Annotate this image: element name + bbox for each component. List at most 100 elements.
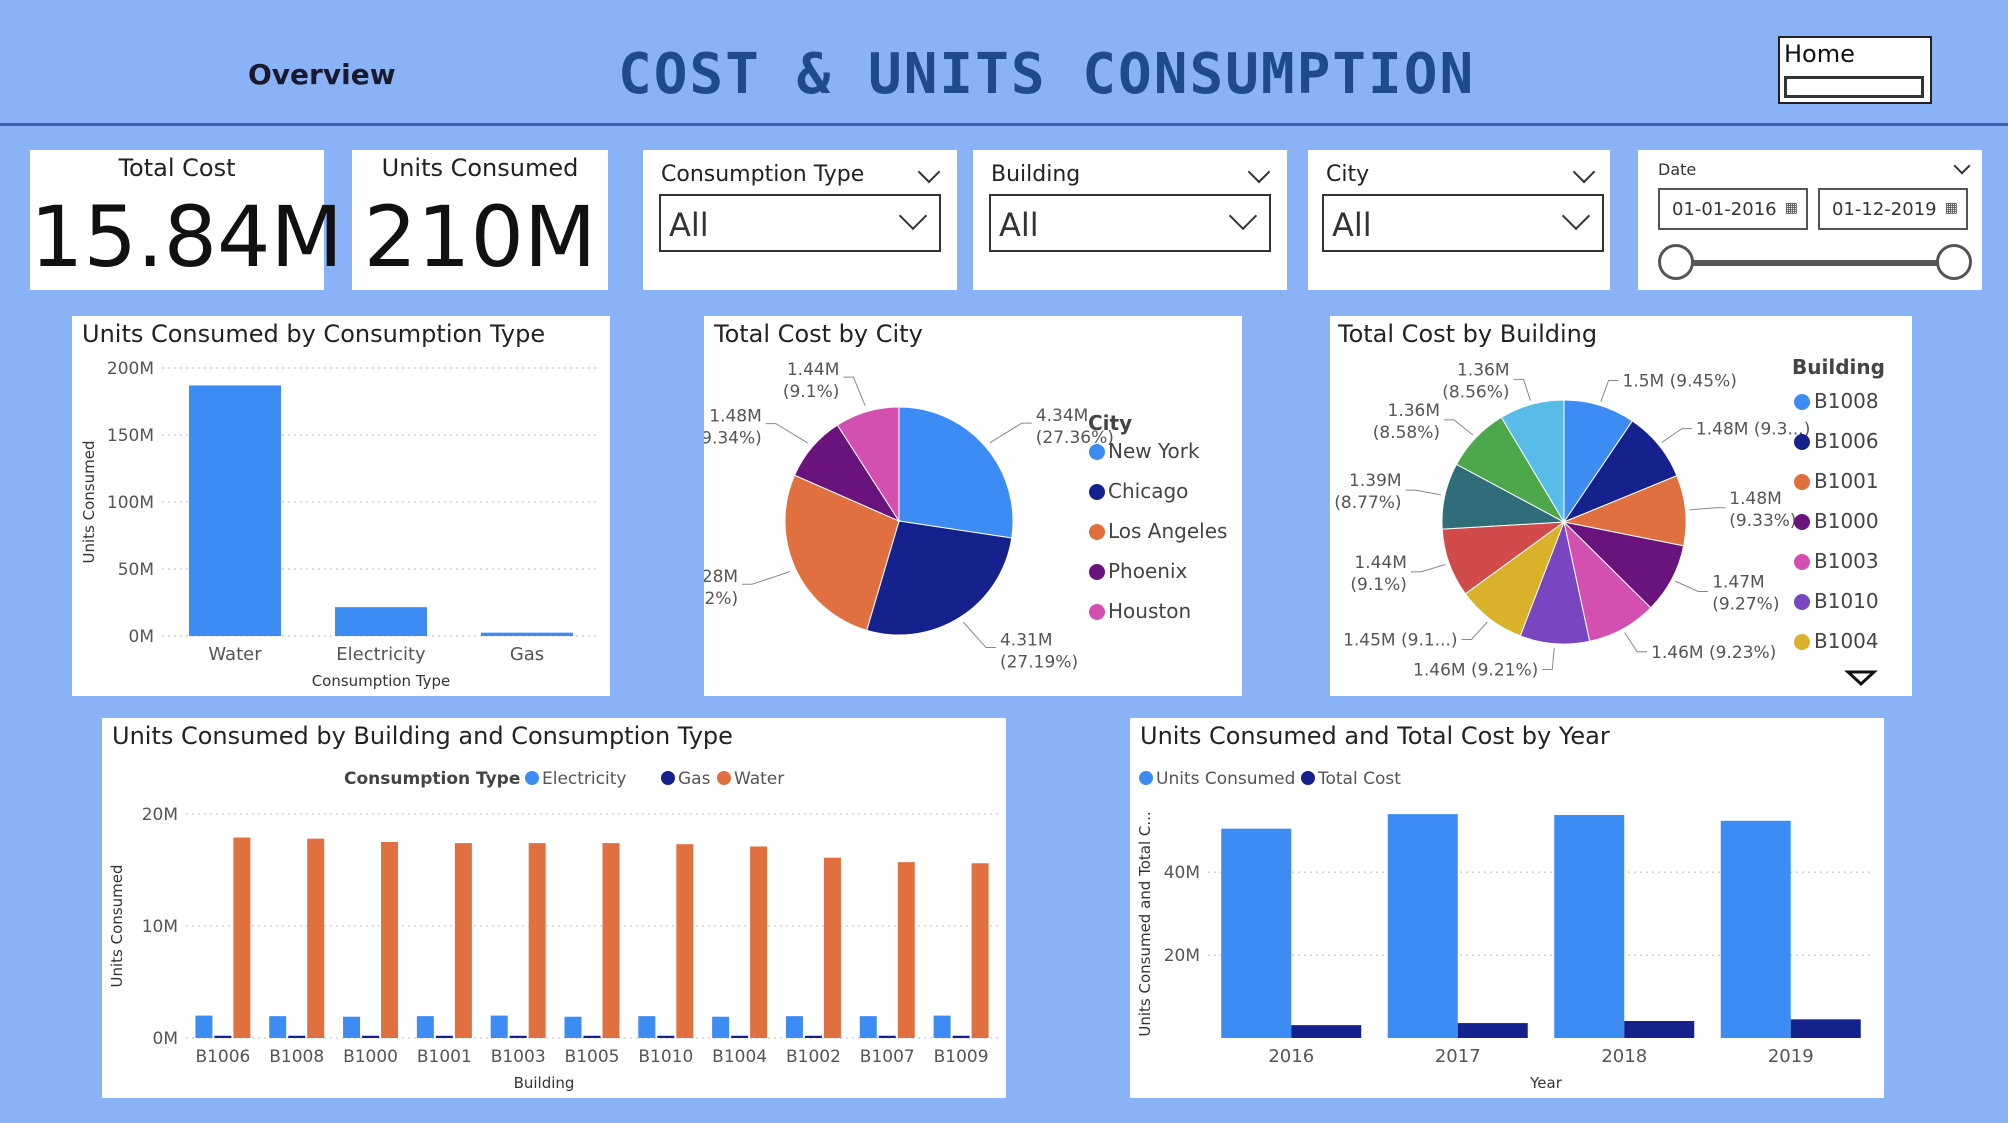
chevron-down-icon[interactable] [917, 160, 941, 184]
leader-line [1661, 428, 1692, 443]
x-tick-label: B1005 [565, 1047, 620, 1067]
x-tick-label: Electricity [336, 644, 426, 665]
bar [602, 843, 620, 1038]
leader-line [1542, 647, 1555, 671]
building-slicer: Building All [973, 150, 1287, 290]
legend-label: B1004 [1814, 629, 1879, 653]
chevron-down-icon[interactable] [1247, 160, 1271, 184]
x-tick-label: B1010 [638, 1047, 693, 1067]
calendar-icon[interactable]: ▦ [1785, 200, 1798, 216]
dropdown-value: All [1332, 206, 1372, 244]
legend-marker [1794, 554, 1810, 570]
dropdown-value: All [669, 206, 709, 244]
units-by-type-chart: 0M 50M 100M 150M 200M Water Electricity Gas Cons… [80, 359, 600, 690]
legend-label: Houston [1108, 599, 1191, 623]
chevron-down-icon [1228, 201, 1258, 231]
date-range-track [1678, 260, 1950, 266]
legend-marker [717, 771, 731, 785]
total-cost-value: 15.84M [30, 188, 343, 286]
bar [416, 1016, 434, 1038]
legend-marker [661, 771, 675, 785]
building-dropdown[interactable]: All [989, 194, 1271, 252]
data-label: 4.28M [704, 567, 738, 587]
leader-line [1461, 621, 1488, 640]
pie-slice [898, 406, 1014, 539]
legend-label: B1008 [1814, 389, 1879, 413]
legend-label: B1000 [1814, 509, 1879, 533]
header-divider [0, 123, 2008, 126]
bar [335, 607, 427, 636]
bar [288, 1035, 306, 1038]
cost-by-city-chart: 4.34M(27.36%)4.31M(27.19%)4.28M(27.02%)1… [704, 360, 1227, 673]
city-dropdown[interactable]: All [1322, 194, 1604, 252]
data-label: 1.39M [1349, 471, 1402, 491]
slicer-title: Consumption Type [661, 162, 865, 187]
legend-label: Electricity [542, 769, 626, 789]
city-slicer: City All [1308, 150, 1610, 290]
legend-marker [1794, 634, 1810, 650]
legend-marker [1301, 771, 1315, 785]
data-label: (27.19%) [1000, 653, 1078, 673]
cost-by-city-panel: Total Cost by City 4.34M (27.36%) 4.31M (27… [704, 316, 1242, 696]
x-tick-label: B1003 [491, 1047, 546, 1067]
legend-marker [1089, 444, 1105, 460]
x-tick-label: B1000 [343, 1047, 398, 1067]
leader-line [1675, 580, 1709, 592]
home-button[interactable]: Home [1778, 36, 1932, 104]
slicer-title: Building [991, 162, 1081, 187]
legend-label: B1010 [1814, 589, 1879, 613]
data-label: (9.1%) [783, 382, 839, 402]
x-tick-label: Water [208, 644, 262, 665]
total-cost-title: Total Cost [118, 154, 236, 182]
leader-line [989, 422, 1032, 444]
legend-label: B1003 [1814, 549, 1879, 573]
legend-marker [1794, 394, 1810, 410]
bar [1790, 1019, 1861, 1038]
y-tick-label: 20M [1164, 946, 1200, 966]
page-title: COST & UNITS CONSUMPTION [618, 42, 1476, 107]
calendar-icon[interactable]: ▦ [1945, 200, 1958, 216]
leader-line [843, 376, 866, 407]
y-tick-label: 100M [107, 493, 154, 513]
x-axis-label: Building [514, 1074, 575, 1092]
data-label: 1.36M [1388, 401, 1441, 421]
bar [343, 1016, 361, 1038]
consumption-type-dropdown[interactable]: All [659, 194, 941, 252]
data-label: 1.48M [709, 407, 762, 427]
y-axis-label: Units Consumed [108, 865, 126, 988]
x-tick-label: B1002 [786, 1047, 841, 1067]
y-tick-label: 40M [1164, 863, 1200, 883]
leader-line [963, 621, 996, 649]
data-label: 1.36M [1457, 360, 1510, 380]
start-date-handle[interactable] [1658, 244, 1694, 280]
data-label: (9.27%) [1712, 594, 1779, 614]
leader-line [765, 423, 808, 444]
legend-label: Gas [678, 769, 711, 789]
end-date-handle[interactable] [1936, 244, 1972, 280]
data-label: 1.5M (9.45%) [1623, 371, 1737, 391]
bar [823, 857, 841, 1038]
data-label: 1.48M (9.3...) [1696, 420, 1810, 440]
x-axis-label: Consumption Type [312, 672, 451, 690]
legend-marker [1089, 484, 1105, 500]
legend-label: Phoenix [1108, 559, 1188, 583]
legend-title: Building [1792, 355, 1885, 379]
legend-marker [1089, 604, 1105, 620]
bar [1624, 1021, 1695, 1038]
chevron-down-icon[interactable] [1572, 160, 1596, 184]
nav-overview-label[interactable]: Overview [248, 58, 396, 91]
end-date-input[interactable]: 01-12-2019 ▦ [1818, 188, 1968, 230]
start-date-input[interactable]: 01-01-2016 ▦ [1658, 188, 1808, 230]
total-cost-card: Total Cost 15.84M [30, 150, 343, 290]
bar [731, 1035, 749, 1038]
legend-label: B1001 [1814, 469, 1879, 493]
legend-marker [1139, 771, 1153, 785]
cost-by-building-chart: 1.5M (9.45%) 1.48M (9.3...) 1.48M(9.33%) 1.… [1334, 355, 1885, 687]
legend-scroll-down-icon[interactable] [1844, 670, 1878, 687]
chevron-down-icon[interactable] [1953, 157, 1971, 175]
leader-line [1444, 419, 1474, 436]
units-consumed-value: 210M [363, 188, 597, 286]
bar [897, 862, 915, 1038]
x-tick-label: B1008 [269, 1047, 324, 1067]
bar [657, 1035, 675, 1038]
